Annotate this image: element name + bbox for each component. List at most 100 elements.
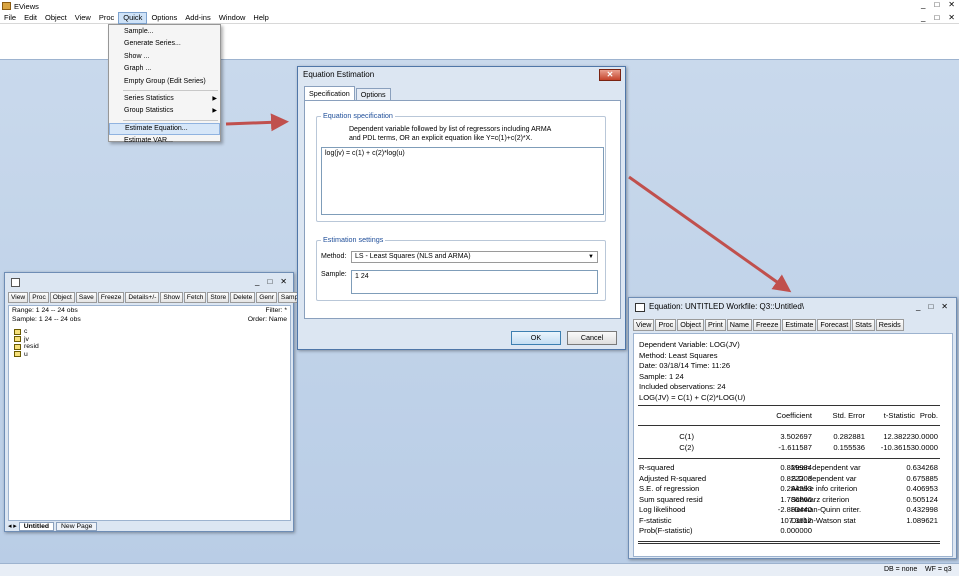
eq-view-button[interactable]: View [633, 319, 655, 331]
menu-file[interactable]: File [0, 12, 20, 24]
col-header-t-statistic: t-Statistic [883, 411, 915, 420]
menu-view[interactable]: View [71, 12, 95, 24]
submenu-arrow-icon: ▶ [212, 95, 217, 102]
menu-options[interactable]: Options [147, 12, 181, 24]
wf-proc-button[interactable]: Proc [29, 292, 49, 303]
doc-close-icon[interactable]: ✕ [948, 12, 955, 24]
menu-item-group-statistics[interactable]: Group Statistics ▶ [109, 105, 220, 117]
menu-object[interactable]: Object [41, 12, 71, 24]
coef-prob: 0.0000 [914, 443, 938, 452]
wf-object-button[interactable]: Object [49, 292, 75, 303]
coef-prob: 0.0000 [914, 432, 938, 441]
menubar: File Edit Object View Proc Quick Options… [0, 11, 959, 24]
tab-new-page[interactable]: New Page [56, 521, 98, 531]
eq-stats-button[interactable]: Stats [852, 319, 875, 331]
tab-specification[interactable]: Specification [304, 86, 355, 100]
help-line: and PDL terms, OR an explicit equation l… [349, 135, 533, 142]
menu-item-label: Group Statistics [124, 107, 174, 115]
tab-untitled[interactable]: Untitled [18, 521, 55, 531]
submenu-arrow-icon: ▶ [212, 108, 217, 115]
tab-options[interactable]: Options [355, 88, 391, 100]
help-line: Dependent variable followed by list of r… [349, 126, 552, 133]
menu-item-empty-group[interactable]: Empty Group (Edit Series) [109, 76, 220, 88]
chevron-down-icon[interactable]: ▼ [588, 252, 594, 262]
eq-resids-button[interactable]: Resids [875, 319, 904, 331]
workfile-object-c[interactable]: c [14, 328, 39, 336]
stat-label: F-statistic [639, 515, 672, 525]
eq-object-button[interactable]: Object [677, 319, 705, 331]
maximize-icon[interactable]: □ [267, 277, 272, 286]
app-title: EViews [14, 1, 39, 11]
object-label: c [24, 328, 28, 336]
doc-minimize-icon[interactable]: _ [921, 12, 925, 24]
menu-item-estimate-var[interactable]: Estimate VAR... [109, 135, 220, 147]
eq-estimate-button[interactable]: Estimate [782, 319, 817, 331]
eq-print-button[interactable]: Print [705, 319, 726, 331]
wf-store-button[interactable]: Store [207, 292, 230, 303]
menu-item-sample[interactable]: Sample... [109, 26, 220, 38]
wf-delete-button[interactable]: Delete [230, 292, 256, 303]
menu-item-estimate-equation[interactable]: Estimate Equation... [109, 122, 220, 136]
equation-icon [635, 303, 645, 312]
menu-item-generate-series[interactable]: Generate Series... [109, 38, 220, 50]
menu-edit[interactable]: Edit [20, 12, 41, 24]
minimize-icon[interactable]: _ [921, 0, 925, 9]
dialog-close-button[interactable]: ✕ [599, 69, 621, 81]
maximize-icon[interactable]: □ [934, 0, 939, 9]
equation-specification-input[interactable]: log(jv) = c(1) + c(2)*log(u) [321, 147, 604, 215]
stat-label: Durbin-Watson stat [791, 515, 856, 525]
workfile-object-resid[interactable]: resid [14, 343, 39, 351]
stat-value: 0.432998 [906, 505, 938, 514]
workfile-object-jv[interactable]: jv [14, 336, 39, 344]
eq-forecast-button[interactable]: Forecast [817, 319, 852, 331]
sample-input[interactable]: 1 24 [351, 270, 598, 294]
wf-save-button[interactable]: Save [75, 292, 97, 303]
status-db: DB = none [884, 566, 918, 573]
workfile-sample[interactable]: Sample: 1 24 -- 24 obs [12, 316, 81, 323]
method-label: Method: [321, 253, 347, 260]
stat-label: Log likelihood [639, 505, 686, 514]
wf-fetch-button[interactable]: Fetch [183, 292, 207, 303]
coef-value: 3.502697 [780, 432, 812, 441]
workfile-object-u[interactable]: u [14, 351, 39, 359]
doc-restore-icon[interactable]: □ [934, 12, 939, 24]
method-select[interactable]: LS - Least Squares (NLS and ARMA) ▼ [351, 251, 598, 263]
close-icon[interactable]: ✕ [948, 0, 955, 9]
eq-name-button[interactable]: Name [726, 319, 752, 331]
menu-item-series-statistics[interactable]: Series Statistics ▶ [109, 93, 220, 105]
menu-help[interactable]: Help [249, 12, 272, 24]
workfile-order[interactable]: Order: Name [248, 316, 287, 323]
wf-view-button[interactable]: View [8, 292, 29, 303]
menu-item-label: Series Statistics [124, 94, 174, 102]
workfile-filter[interactable]: Filter: * [265, 307, 287, 314]
close-icon[interactable]: ✕ [941, 302, 948, 311]
group-title: Estimation settings [321, 235, 386, 244]
menu-quick[interactable]: Quick [118, 11, 148, 24]
maximize-icon[interactable]: □ [928, 302, 933, 311]
minimize-icon[interactable]: _ [255, 277, 259, 286]
menu-window[interactable]: Window [215, 12, 250, 24]
coef-std-error: 0.155536 [833, 443, 865, 452]
close-icon[interactable]: ✕ [280, 277, 287, 286]
wf-show-button[interactable]: Show [160, 292, 183, 303]
menu-item-show[interactable]: Show ... [109, 51, 220, 63]
status-wf: WF = q3 [925, 566, 952, 573]
eq-proc-button[interactable]: Proc [655, 319, 677, 331]
workfile-toolbar: View Proc Object Save Freeze Details+/- … [8, 292, 307, 304]
eq-freeze-button[interactable]: Freeze [752, 319, 782, 331]
workfile-range[interactable]: Range: 1 24 -- 24 obs [12, 307, 78, 314]
minimize-icon[interactable]: _ [916, 302, 920, 311]
wf-freeze-button[interactable]: Freeze [97, 292, 125, 303]
ok-button[interactable]: OK [511, 331, 561, 345]
table-rule [638, 425, 940, 426]
menu-proc[interactable]: Proc [95, 12, 118, 24]
specification-panel: Equation specification Dependent variabl… [304, 100, 621, 319]
menu-addins[interactable]: Add-ins [181, 12, 214, 24]
wf-details-button[interactable]: Details+/- [125, 292, 160, 303]
cancel-button[interactable]: Cancel [567, 331, 617, 345]
app-window-controls: _ □ ✕ [921, 0, 955, 9]
coef-name: C(2) [679, 443, 694, 452]
tab-scroll-arrows-icon[interactable]: ◂ ▸ [8, 522, 17, 530]
wf-genr-button[interactable]: Genr [256, 292, 277, 303]
menu-item-graph[interactable]: Graph ... [109, 63, 220, 75]
